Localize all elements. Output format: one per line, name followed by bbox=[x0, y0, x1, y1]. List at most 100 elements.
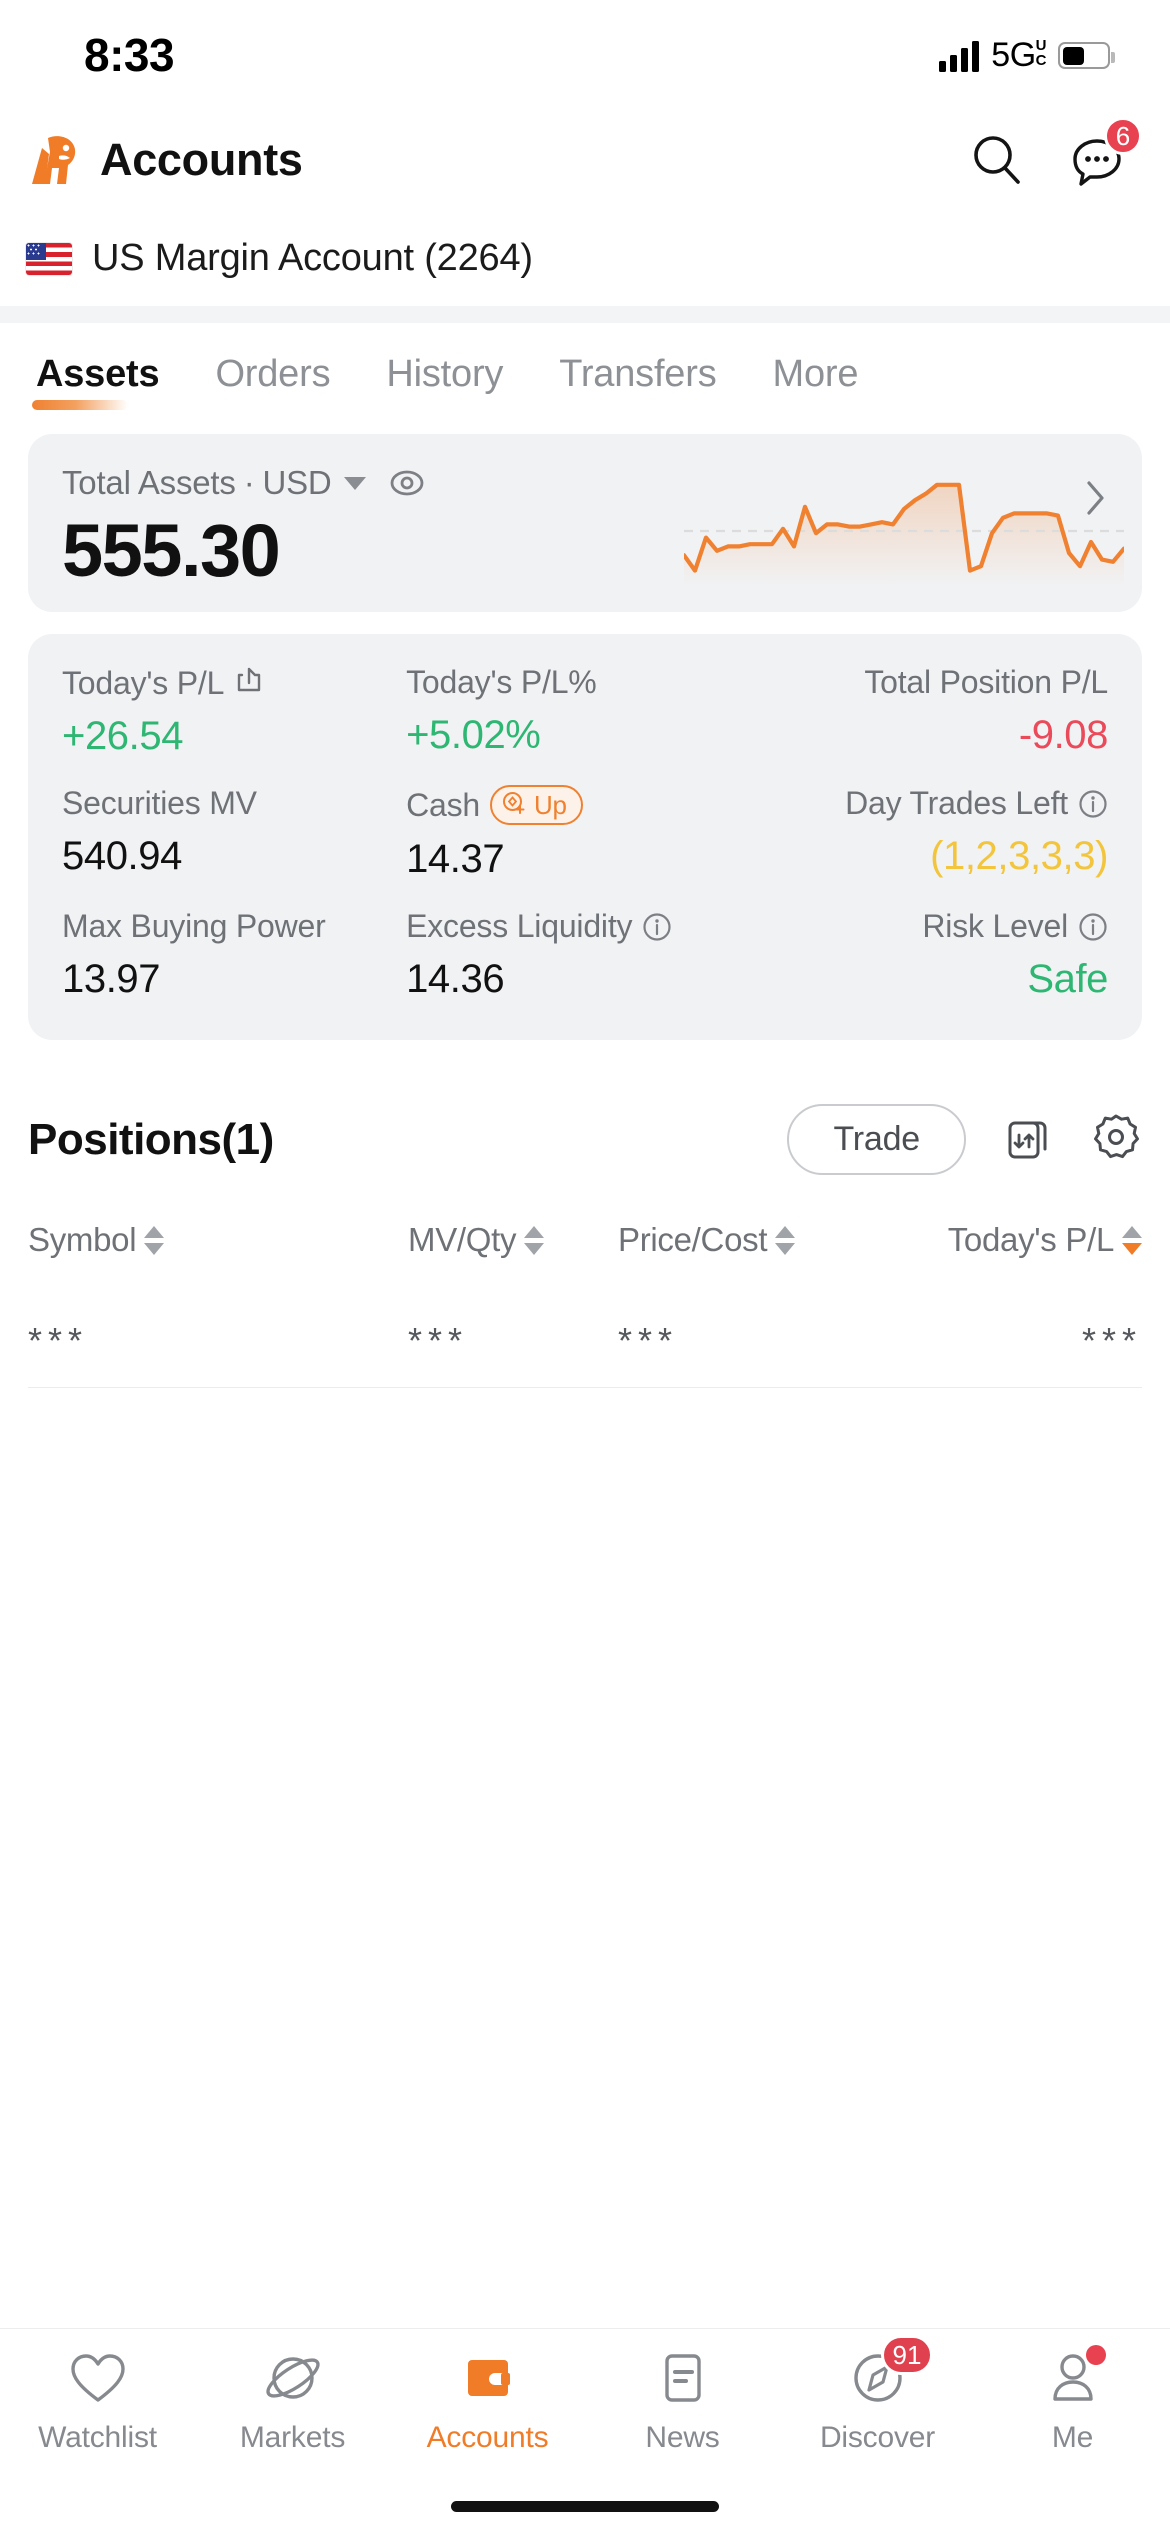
nav-label: News bbox=[645, 2421, 720, 2454]
stat-total-position-pl: Total Position P/L -9.08 bbox=[764, 664, 1108, 759]
positions-header: Positions(1) Trade bbox=[0, 1040, 1170, 1175]
search-icon[interactable] bbox=[968, 131, 1026, 189]
account-tabs: Assets Orders History Transfers More bbox=[0, 323, 1170, 414]
bottom-navigation: Watchlist Markets Accounts News 91 Disco… bbox=[0, 2328, 1170, 2532]
eye-icon[interactable] bbox=[388, 464, 426, 502]
discover-badge: 91 bbox=[880, 2335, 934, 2375]
brand: Accounts bbox=[26, 134, 303, 186]
tab-transfers-label: Transfers bbox=[559, 353, 717, 395]
stat-label-text: Max Buying Power bbox=[62, 908, 326, 944]
stat-excess-liquidity: Excess Liquidity 14.36 bbox=[406, 908, 764, 1002]
currency-label[interactable]: USD bbox=[262, 464, 331, 502]
sort-arrows-icon[interactable] bbox=[1122, 1225, 1142, 1255]
nav-label: Me bbox=[1051, 2421, 1094, 2454]
column-header-mv-qty[interactable]: MV/Qty bbox=[408, 1221, 618, 1259]
info-icon[interactable] bbox=[1078, 912, 1108, 942]
network-sub: C bbox=[1035, 52, 1047, 69]
chevron-down-icon[interactable] bbox=[343, 476, 366, 490]
chat-bubble-icon[interactable]: 6 bbox=[1068, 117, 1142, 189]
status-indicators: 5G U C bbox=[939, 36, 1115, 75]
column-header-symbol[interactable]: Symbol bbox=[28, 1221, 408, 1259]
column-header-label: Symbol bbox=[28, 1221, 137, 1258]
wallet-icon bbox=[457, 2347, 519, 2409]
column-header-price-cost[interactable]: Price/Cost bbox=[618, 1221, 868, 1259]
tab-transfers[interactable]: Transfers bbox=[531, 353, 744, 414]
stat-label: Today's P/L% bbox=[406, 664, 764, 701]
stat-max-buying-power: Max Buying Power 13.97 bbox=[62, 908, 406, 1002]
nav-item-accounts[interactable]: Accounts bbox=[390, 2347, 585, 2479]
us-flag-icon bbox=[26, 242, 72, 275]
nav-label: Markets bbox=[239, 2421, 346, 2454]
me-notification-dot bbox=[1085, 2345, 1106, 2365]
stat-label: Max Buying Power bbox=[62, 908, 406, 945]
stat-label-text: Total Position P/L bbox=[864, 664, 1108, 700]
trade-button[interactable]: Trade bbox=[787, 1104, 966, 1175]
tab-assets-label: Assets bbox=[36, 353, 160, 395]
sort-arrows-icon[interactable] bbox=[524, 1225, 545, 1255]
nav-item-watchlist[interactable]: Watchlist bbox=[0, 2347, 195, 2479]
battery-icon bbox=[1058, 42, 1115, 69]
info-icon[interactable] bbox=[642, 912, 672, 942]
positions-actions: Trade bbox=[787, 1104, 1142, 1175]
header-actions: 6 bbox=[968, 117, 1142, 189]
tab-history-label: History bbox=[386, 353, 504, 395]
app-header: Accounts 6 bbox=[0, 105, 1170, 215]
column-header-label: Today's P/L bbox=[947, 1221, 1115, 1258]
stat-label-text: Securities MV bbox=[62, 785, 257, 821]
stat-label: Risk Level bbox=[764, 908, 1108, 945]
nav-item-me[interactable]: Me bbox=[975, 2345, 1170, 2479]
stat-value: Safe bbox=[1027, 957, 1108, 1001]
account-name: US Margin Account (2264) bbox=[92, 237, 533, 279]
nav-item-discover[interactable]: 91 Discover bbox=[780, 2335, 975, 2479]
gear-icon[interactable] bbox=[1090, 1111, 1142, 1168]
page-title: Accounts bbox=[100, 134, 303, 185]
stats-row: Securities MV 540.94 Cash Up 14.37 Day T… bbox=[62, 785, 1108, 882]
planet-icon bbox=[262, 2347, 324, 2409]
nav-item-news[interactable]: News bbox=[585, 2347, 780, 2479]
stat-label-text: Risk Level bbox=[922, 908, 1068, 944]
status-time: 8:33 bbox=[84, 29, 175, 81]
tab-orders[interactable]: Orders bbox=[187, 353, 358, 414]
tab-history[interactable]: History bbox=[358, 353, 531, 414]
info-icon[interactable] bbox=[1078, 789, 1108, 819]
transfer-swap-icon[interactable] bbox=[1002, 1111, 1054, 1168]
cash-up-badge[interactable]: Up bbox=[489, 785, 583, 825]
stat-label: Excess Liquidity bbox=[406, 908, 764, 945]
column-header-label: MV/Qty bbox=[408, 1221, 517, 1258]
column-header-label: Price/Cost bbox=[618, 1221, 768, 1258]
stat-value: +26.54 bbox=[62, 714, 184, 758]
cash-up-badge-label: Up bbox=[533, 790, 567, 820]
messages-badge: 6 bbox=[1104, 117, 1142, 155]
sort-arrows-icon[interactable] bbox=[775, 1225, 796, 1255]
cell-todays-pl: *** bbox=[1081, 1320, 1142, 1361]
nav-item-markets[interactable]: Markets bbox=[195, 2347, 390, 2479]
nav-label: Discover bbox=[819, 2421, 936, 2454]
sort-arrows-icon[interactable] bbox=[144, 1225, 165, 1255]
tab-more[interactable]: More bbox=[745, 353, 887, 414]
cell-price-cost: *** bbox=[618, 1320, 679, 1361]
cell-symbol: *** bbox=[28, 1320, 89, 1361]
share-icon[interactable] bbox=[234, 664, 264, 702]
coin-plus-icon bbox=[501, 790, 527, 820]
stat-value: 14.36 bbox=[406, 957, 505, 1001]
stat-risk-level: Risk Level Safe bbox=[764, 908, 1108, 1002]
network-type-label: 5G U C bbox=[991, 36, 1046, 75]
table-row[interactable]: *** *** *** *** bbox=[0, 1259, 1170, 1377]
positions-title: Positions(1) bbox=[28, 1114, 274, 1164]
tab-assets[interactable]: Assets bbox=[0, 353, 187, 414]
stat-todays-pl-percent: Today's P/L% +5.02% bbox=[406, 664, 764, 759]
home-indicator bbox=[451, 2501, 719, 2512]
total-assets-sparkline-chart bbox=[681, 468, 1127, 598]
nav-label: Accounts bbox=[426, 2421, 549, 2454]
total-assets-card[interactable]: Total Assets · USD 555.30 bbox=[28, 434, 1142, 612]
stat-label-text: Today's P/L bbox=[62, 664, 225, 701]
signal-bars-icon bbox=[939, 40, 980, 72]
stat-securities-mv: Securities MV 540.94 bbox=[62, 785, 406, 882]
column-header-todays-pl[interactable]: Today's P/L bbox=[868, 1221, 1142, 1259]
stat-label-text: Excess Liquidity bbox=[406, 908, 633, 944]
account-selector[interactable]: US Margin Account (2264) bbox=[0, 215, 1170, 306]
cell-mv-qty: *** bbox=[408, 1320, 469, 1361]
network-type-text: 5G bbox=[991, 36, 1036, 74]
stat-label-text: Cash bbox=[406, 786, 480, 823]
stat-value: +5.02% bbox=[406, 713, 541, 757]
